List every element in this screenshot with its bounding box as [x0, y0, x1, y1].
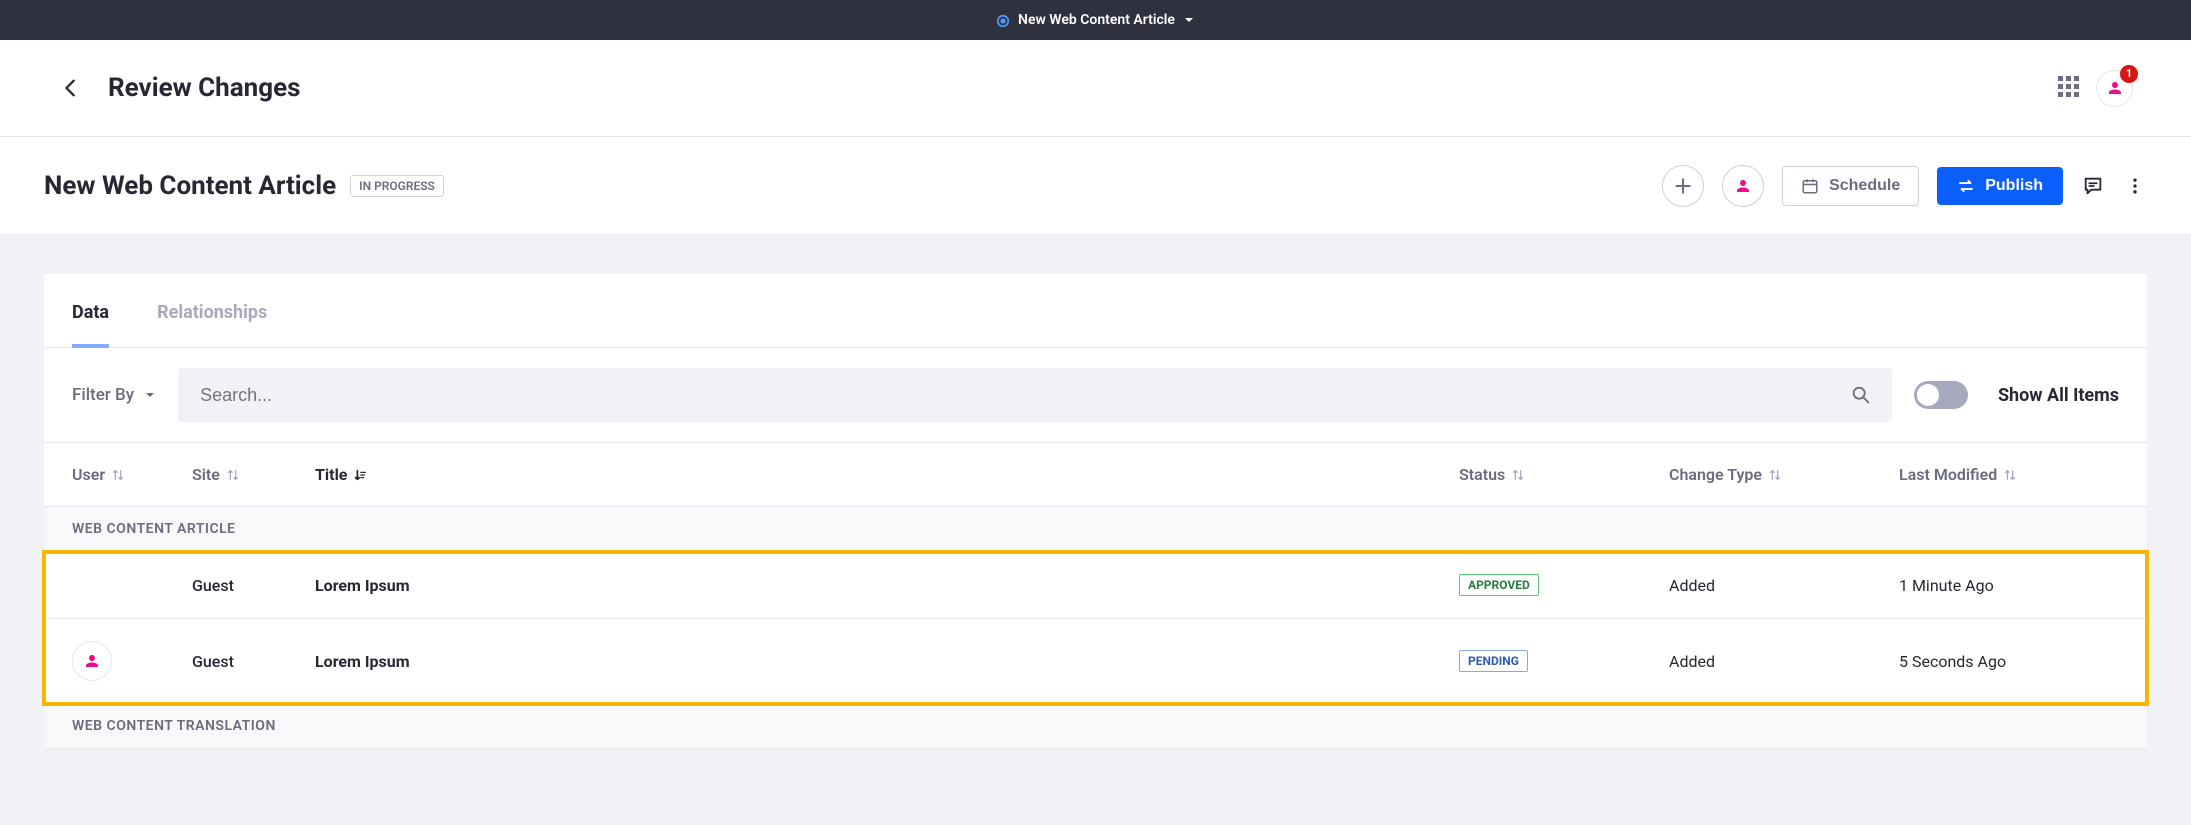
caret-down-icon: [1183, 14, 1195, 26]
th-change-type[interactable]: Change Type: [1669, 465, 1899, 484]
cell-last-modified: 5 Seconds Ago: [1899, 652, 2119, 671]
notification-badge: 1: [2120, 65, 2138, 83]
cell-title: Lorem Ipsum: [315, 652, 1459, 671]
publish-button[interactable]: Publish: [1937, 167, 2063, 205]
header: Review Changes 1: [0, 40, 2191, 137]
user-icon: [2106, 79, 2124, 97]
user-icon: [1734, 177, 1752, 195]
tab-relationships[interactable]: Relationships: [157, 274, 267, 347]
top-bar-title: New Web Content Article: [1018, 12, 1175, 28]
caret-down-icon: [144, 389, 156, 401]
exchange-icon: [1957, 177, 1975, 195]
th-title[interactable]: Title: [315, 465, 1459, 484]
sort-active-icon: [353, 468, 367, 482]
schedule-label: Schedule: [1829, 177, 1900, 195]
add-button[interactable]: [1662, 165, 1704, 207]
article-title: New Web Content Article: [44, 171, 336, 201]
header-actions: 1: [2058, 70, 2133, 107]
apps-icon[interactable]: [2058, 76, 2082, 100]
cell-status: APPROVED: [1459, 574, 1669, 596]
main: Data Relationships Filter By Show All It…: [0, 234, 2191, 749]
user-avatar-button[interactable]: 1: [2096, 70, 2133, 107]
table-row[interactable]: Guest Lorem Ipsum APPROVED Added 1 Minut…: [44, 552, 2147, 619]
status-badge: PENDING: [1459, 650, 1528, 672]
tab-data[interactable]: Data: [72, 274, 109, 347]
subheader: New Web Content Article IN PROGRESS Sche…: [0, 137, 2191, 234]
highlighted-rows: Guest Lorem Ipsum APPROVED Added 1 Minut…: [44, 552, 2147, 704]
comments-button[interactable]: [2081, 174, 2105, 198]
sort-icon: [111, 468, 125, 482]
page-title: Review Changes: [108, 73, 301, 103]
calendar-icon: [1801, 177, 1819, 195]
group-header: WEB CONTENT TRANSLATION: [44, 704, 2147, 749]
record-icon: [996, 13, 1010, 27]
cell-site: Guest: [192, 576, 315, 595]
filter-bar: Filter By Show All Items: [44, 348, 2147, 443]
cell-site: Guest: [192, 652, 315, 671]
kebab-icon: [2125, 176, 2145, 196]
cell-user: [72, 641, 192, 681]
status-chip: IN PROGRESS: [350, 175, 444, 197]
top-bar: New Web Content Article: [0, 0, 2191, 40]
card: Data Relationships Filter By Show All It…: [44, 274, 2147, 749]
group-header: WEB CONTENT ARTICLE: [44, 507, 2147, 552]
th-last-modified[interactable]: Last Modified: [1899, 465, 2119, 484]
sort-icon: [1511, 468, 1525, 482]
search-input[interactable]: [198, 384, 1850, 407]
show-all-toggle[interactable]: [1914, 381, 1968, 409]
cell-title: Lorem Ipsum: [315, 576, 1459, 595]
sort-icon: [226, 468, 240, 482]
subheader-actions: Schedule Publish: [1662, 165, 2147, 207]
filter-by-label: Filter By: [72, 385, 134, 405]
cell-change-type: Added: [1669, 652, 1899, 671]
schedule-button[interactable]: Schedule: [1782, 166, 1919, 206]
th-site[interactable]: Site: [192, 465, 315, 484]
table-header: User Site Title Status Change Type Last …: [44, 443, 2147, 507]
cell-change-type: Added: [1669, 576, 1899, 595]
top-bar-title-group[interactable]: New Web Content Article: [996, 12, 1195, 28]
th-user[interactable]: User: [72, 465, 192, 484]
tabs: Data Relationships: [44, 274, 2147, 348]
subheader-left: New Web Content Article IN PROGRESS: [44, 171, 444, 201]
plus-icon: [1673, 176, 1693, 196]
user-icon: [83, 652, 101, 670]
sort-icon: [2003, 468, 2017, 482]
status-badge: APPROVED: [1459, 574, 1539, 596]
search-icon[interactable]: [1850, 384, 1872, 406]
cell-status: PENDING: [1459, 650, 1669, 672]
th-status[interactable]: Status: [1459, 465, 1669, 484]
search-box: [178, 368, 1892, 422]
member-button[interactable]: [1722, 165, 1764, 207]
publish-label: Publish: [1985, 177, 2043, 195]
more-button[interactable]: [2123, 174, 2147, 198]
chat-icon: [2082, 175, 2104, 197]
show-all-label: Show All Items: [1998, 385, 2119, 406]
avatar: [72, 641, 112, 681]
sort-icon: [1768, 468, 1782, 482]
filter-by-dropdown[interactable]: Filter By: [72, 385, 156, 405]
back-button[interactable]: [58, 75, 84, 101]
table-row[interactable]: Guest Lorem Ipsum PENDING Added 5 Second…: [44, 619, 2147, 704]
cell-last-modified: 1 Minute Ago: [1899, 576, 2119, 595]
